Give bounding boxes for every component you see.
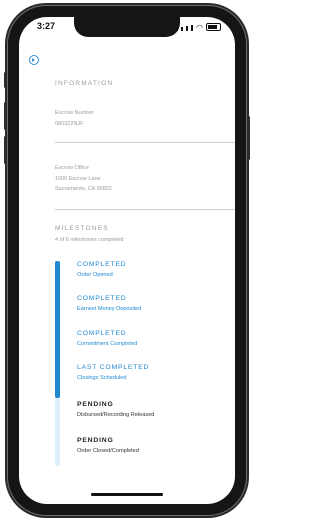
milestone-status: COMPLETED — [77, 295, 127, 302]
milestone-name: Commitment Completed — [77, 341, 138, 347]
signal-icon — [191, 25, 194, 31]
status-icons: ◠ — [176, 23, 221, 32]
status-bar: 3:27 ◠ — [19, 17, 235, 39]
milestone-status: COMPLETED — [77, 330, 127, 337]
escrow-office-address1: 1000 Escrow Lane — [55, 176, 101, 182]
escrow-number-label: Escrow Number — [55, 110, 95, 116]
milestone-name: Order Opened — [77, 272, 113, 278]
milestone-status: PENDING — [77, 401, 114, 408]
escrow-office-address2: Sacramento, CA 95822 — [55, 186, 112, 192]
volume-down-button — [4, 136, 7, 164]
milestones-summary: 4 of 6 milestones completed — [55, 237, 124, 243]
milestone-status: LAST COMPLETED — [77, 364, 150, 371]
signal-icon — [176, 28, 179, 31]
phone-frame: 3:27 ◠ INFORMATION Escrow Number 080322N… — [4, 6, 250, 515]
signal-icon — [186, 26, 189, 31]
information-title: INFORMATION — [55, 80, 114, 87]
milestone-name: Order Closed/Completed — [77, 448, 139, 454]
battery-icon — [206, 23, 221, 31]
power-button — [247, 116, 250, 160]
milestone-name: Earnest Money Deposited — [77, 306, 142, 312]
status-time: 3:27 — [37, 21, 56, 31]
silent-switch — [4, 72, 7, 88]
milestone-name: Disbursed/Recording Released — [77, 412, 155, 418]
milestone-progress-track — [55, 261, 60, 466]
volume-up-button — [4, 102, 7, 130]
milestone-status: PENDING — [77, 437, 114, 444]
escrow-office-label: Escrow Office — [55, 165, 89, 171]
milestone-name: Closings Scheduled — [77, 375, 127, 381]
home-indicator[interactable] — [91, 493, 163, 496]
wifi-icon: ◠ — [196, 23, 203, 32]
milestones-title: MILESTONES — [55, 225, 109, 232]
escrow-number-value: 080322NJF — [55, 121, 84, 127]
milestone-status: COMPLETED — [77, 261, 127, 268]
notch — [74, 17, 180, 37]
signal-icon — [181, 27, 184, 31]
app-screen: 3:27 ◠ INFORMATION Escrow Number 080322N… — [19, 17, 235, 504]
milestone-progress-fill — [55, 261, 60, 398]
divider — [55, 209, 235, 210]
divider — [55, 142, 235, 143]
back-circle-icon[interactable] — [29, 55, 39, 65]
